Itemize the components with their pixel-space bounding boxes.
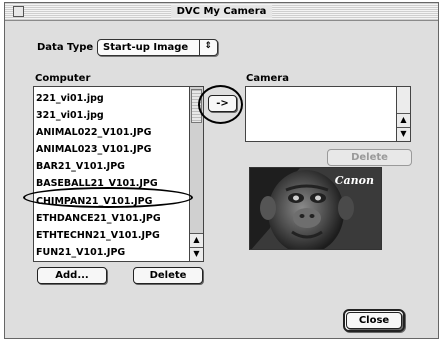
file-list-item[interactable]: FUN21_V101.JPG (36, 245, 125, 261)
updown-arrows-icon: ⇕ (204, 41, 212, 51)
camera-list-scrollbar[interactable]: ▲ ▼ (396, 87, 410, 141)
camera-file-list[interactable]: ▲ ▼ (245, 86, 411, 142)
transfer-button-highlight-circle (198, 85, 243, 124)
scroll-up-arrow-icon[interactable]: ▲ (190, 233, 203, 247)
canon-logo: Canon (334, 174, 374, 187)
file-list-item[interactable]: 321_vi01.jpg (36, 108, 104, 124)
data-type-popup[interactable]: Start-up Image ⇕ (97, 39, 218, 56)
dvc-my-camera-dialog: DVC My Camera Data Type Start-up Image ⇕… (4, 2, 439, 339)
scroll-down-arrow-icon[interactable]: ▼ (190, 247, 203, 261)
data-type-selected: Start-up Image (103, 42, 189, 53)
computer-file-list[interactable]: 221_vi01.jpg 321_vi01.jpg ANIMAL022_V101.J… (33, 86, 204, 262)
preview-image: Canon (249, 167, 382, 250)
data-type-label: Data Type (37, 42, 94, 53)
close-box-icon[interactable] (13, 6, 24, 17)
computer-label: Computer (35, 73, 91, 84)
camera-label: Camera (246, 73, 289, 84)
file-list-item[interactable]: ETHTECHN21_V101.JPG (36, 228, 160, 244)
camera-delete-button[interactable]: Delete (327, 149, 412, 166)
popup-divider (199, 40, 200, 55)
file-list-item[interactable]: ANIMAL023_V101.JPG (36, 142, 151, 158)
file-list-item[interactable]: ETHDANCE21_V101.JPG (36, 211, 161, 227)
close-button[interactable]: Close (346, 312, 402, 329)
file-list-item[interactable]: ANIMAL022_V101.JPG (36, 125, 151, 141)
file-list-item[interactable]: 221_vi01.jpg (36, 91, 104, 107)
camera-scroll-up-arrow-icon[interactable]: ▲ (397, 113, 410, 127)
add-button[interactable]: Add... (37, 267, 107, 284)
computer-delete-button[interactable]: Delete (133, 267, 203, 284)
highlight-circle-selected-file (23, 187, 193, 208)
file-list-item[interactable]: BAR21_V101.JPG (36, 159, 125, 175)
window-title: DVC My Camera (170, 5, 273, 18)
title-bar[interactable]: DVC My Camera (5, 3, 438, 21)
camera-scroll-down-arrow-icon[interactable]: ▼ (397, 127, 410, 141)
